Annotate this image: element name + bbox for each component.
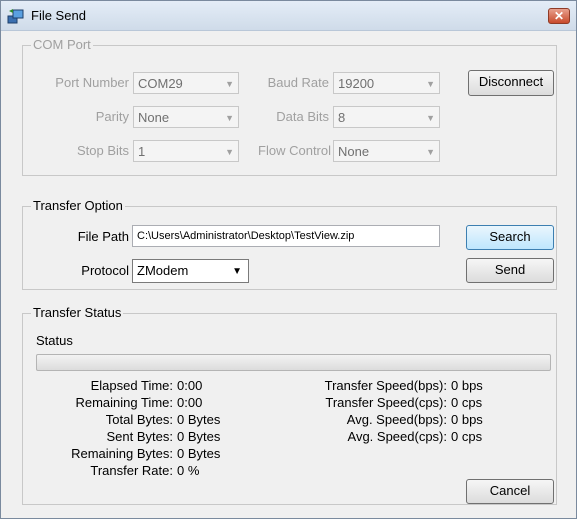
transfer-status-legend: Transfer Status: [31, 305, 124, 321]
baud-rate-select[interactable]: 19200 ▼: [333, 72, 440, 94]
stat-label: Remaining Bytes:: [71, 446, 173, 461]
protocol-select[interactable]: ZModem ▼: [132, 259, 249, 283]
status-label: Status: [36, 333, 73, 348]
stat-label: Total Bytes:: [105, 412, 173, 427]
stat-label: Sent Bytes:: [106, 429, 173, 444]
chevron-down-icon: ▼: [225, 147, 234, 157]
flow-control-select[interactable]: None ▼: [333, 140, 440, 162]
title-bar[interactable]: File Send ✕: [1, 1, 576, 31]
file-path-input[interactable]: [133, 226, 439, 246]
data-bits-value: 8: [338, 110, 346, 125]
stat-value: 0 cps: [451, 395, 483, 410]
file-send-app-icon: [7, 9, 24, 24]
chevron-down-icon: ▼: [225, 79, 234, 89]
file-path-label: File Path: [77, 229, 129, 244]
port-number-select[interactable]: COM29 ▼: [133, 72, 239, 94]
stat-label: Remaining Time:: [75, 395, 173, 410]
stop-bits-value: 1: [138, 144, 146, 159]
dialog-body: COM Port Port Number COM29 ▼ Baud Rate 1…: [1, 31, 576, 518]
stat-label: Avg. Speed(bps):: [346, 412, 447, 427]
com-port-legend: COM Port: [31, 37, 93, 53]
transfer-status-group: Transfer Status Status Elapsed Time: 0:00…: [22, 305, 557, 505]
stat-value: 0 Bytes: [177, 446, 221, 461]
baud-rate-label: Baud Rate: [267, 75, 329, 90]
flow-control-value: None: [338, 144, 370, 159]
transfer-option-group: Transfer Option File Path Search Protoco…: [22, 198, 557, 290]
com-port-group: COM Port Port Number COM29 ▼ Baud Rate 1…: [22, 37, 557, 176]
stat-label: Transfer Speed(bps):: [324, 378, 447, 393]
stat-value: 0 bps: [451, 378, 483, 393]
port-number-value: COM29: [138, 76, 183, 91]
parity-label: Parity: [95, 109, 129, 124]
stat-value: 0:00: [177, 395, 203, 410]
data-bits-label: Data Bits: [276, 109, 329, 124]
stat-value: 0 Bytes: [177, 429, 221, 444]
stop-bits-label: Stop Bits: [76, 143, 129, 158]
chevron-down-icon: ▼: [426, 113, 435, 123]
cancel-button[interactable]: Cancel: [466, 479, 554, 504]
file-path-field[interactable]: [132, 225, 440, 247]
send-button[interactable]: Send: [466, 258, 554, 283]
chevron-down-icon: ▼: [232, 266, 242, 277]
file-send-window: File Send ✕ COM Port Port Number COM29 ▼…: [0, 0, 577, 519]
parity-value: None: [138, 110, 170, 125]
close-icon: ✕: [553, 9, 565, 23]
chevron-down-icon: ▼: [426, 79, 435, 89]
chevron-down-icon: ▼: [225, 113, 234, 123]
disconnect-button[interactable]: Disconnect: [468, 70, 554, 96]
stat-value: 0 cps: [451, 429, 483, 444]
chevron-down-icon: ▼: [426, 147, 435, 157]
stat-value: 0:00: [177, 378, 203, 393]
baud-rate-value: 19200: [338, 76, 375, 91]
stat-label: Transfer Rate:: [90, 463, 173, 478]
window-title: File Send: [31, 8, 86, 23]
data-bits-select[interactable]: 8 ▼: [333, 106, 440, 128]
transfer-option-legend: Transfer Option: [31, 198, 125, 214]
stat-value: 0 bps: [451, 412, 483, 427]
stat-value: 0 Bytes: [177, 412, 221, 427]
search-button[interactable]: Search: [466, 225, 554, 250]
protocol-label: Protocol: [81, 263, 129, 278]
stat-value: 0 %: [177, 463, 200, 478]
parity-select[interactable]: None ▼: [133, 106, 239, 128]
close-button[interactable]: ✕: [548, 8, 570, 24]
stat-label: Elapsed Time:: [90, 378, 173, 393]
stop-bits-select[interactable]: 1 ▼: [133, 140, 239, 162]
protocol-value: ZModem: [137, 263, 189, 278]
stat-label: Transfer Speed(cps):: [325, 395, 447, 410]
port-number-label: Port Number: [55, 75, 129, 90]
flow-control-label: Flow Control: [258, 143, 331, 158]
transfer-progress-bar: [36, 354, 551, 371]
stat-label: Avg. Speed(cps):: [347, 429, 447, 444]
